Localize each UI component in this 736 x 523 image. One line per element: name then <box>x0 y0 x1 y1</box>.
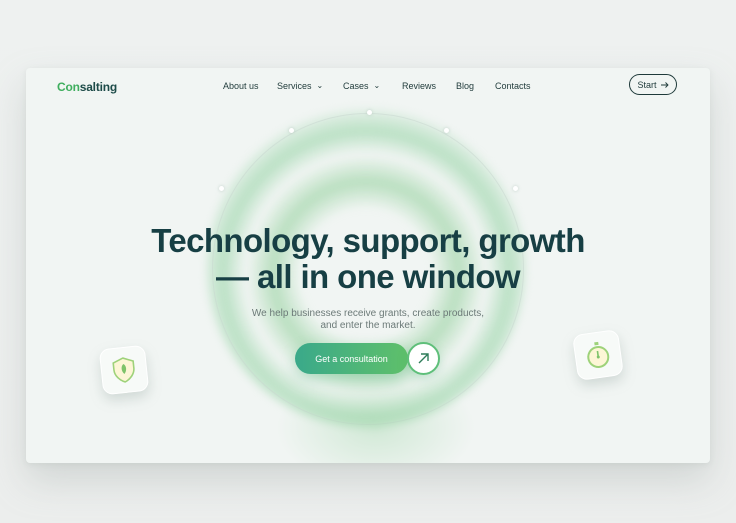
chevron-down-icon: ⌄ <box>316 81 324 90</box>
hero-card: Consalting About us Services ⌄ Cases ⌄ Rev… <box>26 68 710 463</box>
logo-rest: salting <box>79 80 118 94</box>
arrow-right-icon <box>660 81 669 88</box>
nav-about[interactable]: About us <box>223 81 259 91</box>
nav-services[interactable]: Services ⌄ <box>277 81 323 91</box>
consultation-arrow-button[interactable] <box>407 342 440 375</box>
ring-dot <box>219 186 224 191</box>
stopwatch-icon <box>587 341 610 368</box>
start-button-label: Start <box>637 79 657 90</box>
ring-dot <box>367 110 372 115</box>
ring-dot <box>513 186 518 191</box>
ring-dot <box>444 128 449 133</box>
shield-tile <box>98 344 150 396</box>
stopwatch-tile <box>572 329 624 381</box>
nav-reviews[interactable]: Reviews <box>402 81 436 91</box>
arrow-up-right-icon <box>418 353 429 364</box>
start-button[interactable]: Start <box>629 74 677 95</box>
ring-dot <box>289 128 294 133</box>
nav-services-label: Services <box>277 81 312 91</box>
nav-cases-label: Cases <box>343 81 369 91</box>
chevron-down-icon: ⌄ <box>373 81 381 90</box>
brand-logo[interactable]: Consalting <box>57 80 117 94</box>
shield-icon <box>112 357 135 383</box>
nav-cases[interactable]: Cases ⌄ <box>343 81 380 91</box>
hero-title-line1: Technology, support, growth <box>151 222 585 259</box>
consultation-button[interactable]: Get a consultation <box>295 343 408 374</box>
nav-blog[interactable]: Blog <box>456 81 474 91</box>
consultation-button-label: Get a consultation <box>315 353 388 364</box>
nav-contacts[interactable]: Contacts <box>495 81 531 91</box>
hero-title-line2: — all in one window <box>216 258 521 295</box>
logo-prefix: Con <box>57 80 80 94</box>
